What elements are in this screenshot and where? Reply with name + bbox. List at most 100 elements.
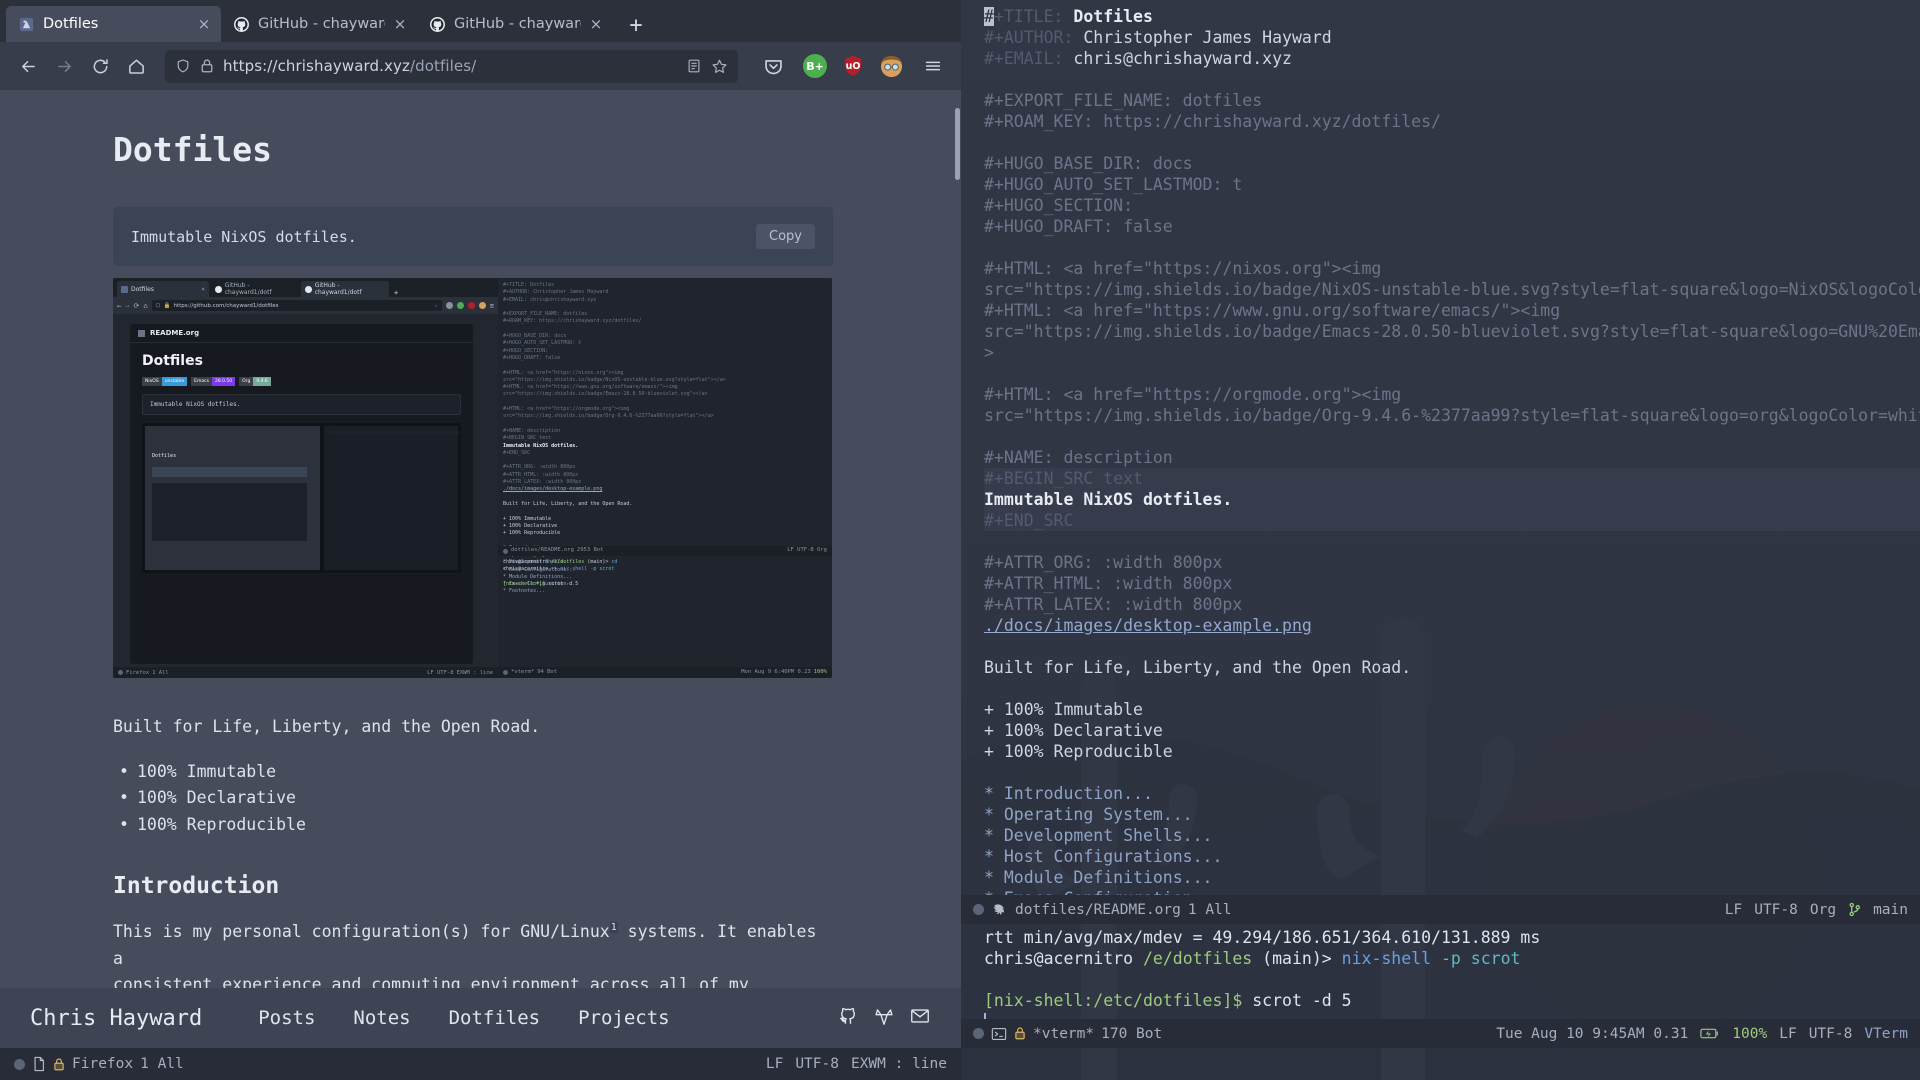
footer-link-projects[interactable]: Projects bbox=[578, 1007, 670, 1029]
back-button[interactable] bbox=[12, 50, 44, 82]
modeline-coding: UTF-8 bbox=[795, 1056, 839, 1072]
browser-tab-1[interactable]: GitHub - chayward1/dotfi × bbox=[221, 6, 417, 42]
file-icon bbox=[32, 1056, 46, 1072]
browser-tab-0[interactable]: Dotfiles × bbox=[6, 6, 221, 42]
mail-icon[interactable] bbox=[909, 1005, 931, 1031]
modeline-eol: LF bbox=[1779, 1025, 1797, 1042]
copy-button[interactable]: Copy bbox=[756, 224, 815, 249]
address-bar-text[interactable]: https://chrishayward.xyz/dotfiles/ bbox=[223, 57, 677, 75]
text-span: rtt min/avg/max/mdev = 49.294/186.651/36… bbox=[984, 928, 1541, 947]
shield-icon[interactable] bbox=[175, 58, 191, 74]
modeline-position: 170 Bot bbox=[1101, 1025, 1163, 1042]
text-span: chris@acernitro bbox=[984, 949, 1143, 968]
gitlab-icon[interactable] bbox=[873, 1005, 895, 1031]
tagline-text: Built for Life, Liberty, and the Open Ro… bbox=[113, 717, 541, 736]
github-icon[interactable] bbox=[837, 1005, 859, 1031]
browser-tab-close-1[interactable]: × bbox=[393, 16, 407, 32]
new-tab-button[interactable]: + bbox=[619, 8, 653, 42]
text-span: #+HTML: <a href="https://orgmode.org"><i… bbox=[984, 385, 1402, 404]
forward-button[interactable] bbox=[48, 50, 80, 82]
text-span: /e/dotfiles bbox=[1142, 949, 1253, 968]
section-heading-introduction: Introduction bbox=[113, 872, 280, 899]
browser-tab-close-2[interactable]: × bbox=[589, 16, 603, 32]
app-menu-icon[interactable] bbox=[917, 50, 949, 82]
battery-charging-icon bbox=[1700, 1027, 1720, 1040]
web-page-content: Dotfiles Immutable NixOS dotfiles. Copy … bbox=[0, 90, 961, 1026]
pocket-icon[interactable] bbox=[757, 50, 789, 82]
web-page-viewport: Dotfiles Immutable NixOS dotfiles. Copy … bbox=[0, 90, 961, 1080]
text-span bbox=[1063, 7, 1073, 26]
url-path: /dotfiles/ bbox=[409, 57, 477, 75]
org-mode-buffer[interactable]: #+TITLE: Dotfiles #+AUTHOR: Christopher J… bbox=[961, 0, 1920, 909]
org-line-22: #+BEGIN_SRC text bbox=[984, 468, 1920, 489]
text-span: #+EXPORT_FILE_NAME: dotfiles bbox=[984, 91, 1263, 110]
browser-toolbar-icons: B+ uO bbox=[751, 50, 949, 82]
org-line-10: #+HUGO_DRAFT: false bbox=[984, 216, 1920, 237]
browser-tab-title-0: Dotfiles bbox=[43, 16, 99, 32]
text-span: #+HTML: <a href="https://www.gnu.org/sof… bbox=[984, 301, 1561, 320]
status-dot-icon bbox=[973, 904, 984, 915]
page-scrollbar[interactable] bbox=[954, 90, 961, 1080]
modeline-buffer-name: dotfiles/README.org bbox=[1015, 901, 1181, 918]
modeline-major-mode: VTerm bbox=[1864, 1025, 1908, 1042]
text-span: src="https://img.shields.io/badge/Emacs-… bbox=[984, 322, 1920, 341]
footer-links: Posts Notes Dotfiles Projects bbox=[258, 1007, 669, 1029]
site-brand[interactable]: Chris Hayward bbox=[30, 1006, 202, 1031]
modeline-coding: UTF-8 bbox=[1808, 1025, 1853, 1042]
home-button[interactable] bbox=[120, 50, 152, 82]
reader-view-icon[interactable] bbox=[686, 58, 702, 74]
footer-link-posts[interactable]: Posts bbox=[258, 1007, 315, 1029]
footnote-ref[interactable]: 1 bbox=[609, 922, 618, 934]
firefox-account-avatar[interactable] bbox=[879, 54, 903, 78]
browser-tab-2[interactable]: GitHub - chayward1/dotfi × bbox=[417, 6, 613, 42]
lock-icon bbox=[1014, 1026, 1026, 1041]
org-line-18: #+HTML: <a href="https://orgmode.org"><i… bbox=[984, 384, 1920, 405]
text-span: * Host Configurations... bbox=[984, 847, 1223, 866]
lock-icon[interactable] bbox=[200, 58, 214, 74]
browser-tab-title-1: GitHub - chayward1/dotfi bbox=[258, 16, 385, 32]
description-callout: Immutable NixOS dotfiles. Copy bbox=[113, 207, 833, 266]
modeline-major-mode: Org bbox=[1809, 901, 1837, 918]
modeline-right: Tue Aug 10 9:45AM 0.31 100% LF UTF-8 VTe… bbox=[1496, 1026, 1908, 1042]
text-span: + 100% Immutable bbox=[984, 700, 1143, 719]
text-span: * Operating System... bbox=[984, 805, 1193, 824]
org-mode-icon bbox=[991, 903, 1008, 917]
text-span: src="https://img.shields.io/badge/Org-9.… bbox=[984, 406, 1920, 425]
browser-tab-close-0[interactable]: × bbox=[197, 16, 211, 32]
address-bar[interactable]: https://chrishayward.xyz/dotfiles/ bbox=[165, 49, 738, 83]
modeline-position: 1 All bbox=[1187, 901, 1232, 918]
bookmark-star-icon[interactable] bbox=[711, 58, 728, 75]
text-span: Dotfiles bbox=[1073, 7, 1153, 26]
modeline-eol: LF bbox=[1724, 901, 1743, 918]
modeline-major-mode: EXWM : line bbox=[850, 1056, 947, 1072]
org-line-34: + 100% Declarative bbox=[984, 720, 1920, 741]
org-line-6 bbox=[984, 132, 1920, 153]
org-line-15: src="https://img.shields.io/badge/Emacs-… bbox=[984, 321, 1920, 342]
modeline-eol: LF bbox=[765, 1056, 784, 1072]
footer-link-notes[interactable]: Notes bbox=[353, 1007, 410, 1029]
list-item: 100% Declarative bbox=[113, 785, 961, 812]
org-line-4: #+EXPORT_FILE_NAME: dotfiles bbox=[984, 90, 1920, 111]
org-line-21: #+NAME: description bbox=[984, 447, 1920, 468]
list-item: 100% Reproducible bbox=[113, 812, 961, 839]
ublock-origin-extension-icon[interactable]: uO bbox=[841, 54, 865, 78]
firefox-buffer-modeline: Firefox 1 All LF UTF-8 EXWM : line bbox=[0, 1048, 961, 1080]
text-span: #+ATTR_HTML: :width 800px bbox=[984, 574, 1233, 593]
text-span: nix-shell bbox=[1341, 949, 1432, 968]
text-span: #+HUGO_SECTION: bbox=[984, 196, 1134, 215]
footer-link-dotfiles[interactable]: Dotfiles bbox=[449, 1007, 541, 1029]
github-favicon bbox=[233, 16, 250, 33]
bitwarden-extension-icon[interactable]: B+ bbox=[803, 54, 827, 78]
text-span: + 100% Reproducible bbox=[984, 742, 1173, 761]
reload-button[interactable] bbox=[84, 50, 116, 82]
browser-nav-bar: https://chrishayward.xyz/dotfiles/ B+ uO bbox=[0, 42, 961, 90]
text-span: > bbox=[984, 343, 994, 362]
text-span: [nix-shell:/etc/dotfiles]$ bbox=[984, 991, 1243, 1010]
org-line-32 bbox=[984, 678, 1920, 699]
org-line-27: #+ATTR_HTML: :width 800px bbox=[984, 573, 1920, 594]
org-line-30 bbox=[984, 636, 1920, 657]
text-span: scrot bbox=[1460, 949, 1521, 968]
org-line-39: * Development Shells... bbox=[984, 825, 1920, 846]
org-line-41: * Module Definitions... bbox=[984, 867, 1920, 888]
status-dot-icon bbox=[973, 1028, 984, 1039]
